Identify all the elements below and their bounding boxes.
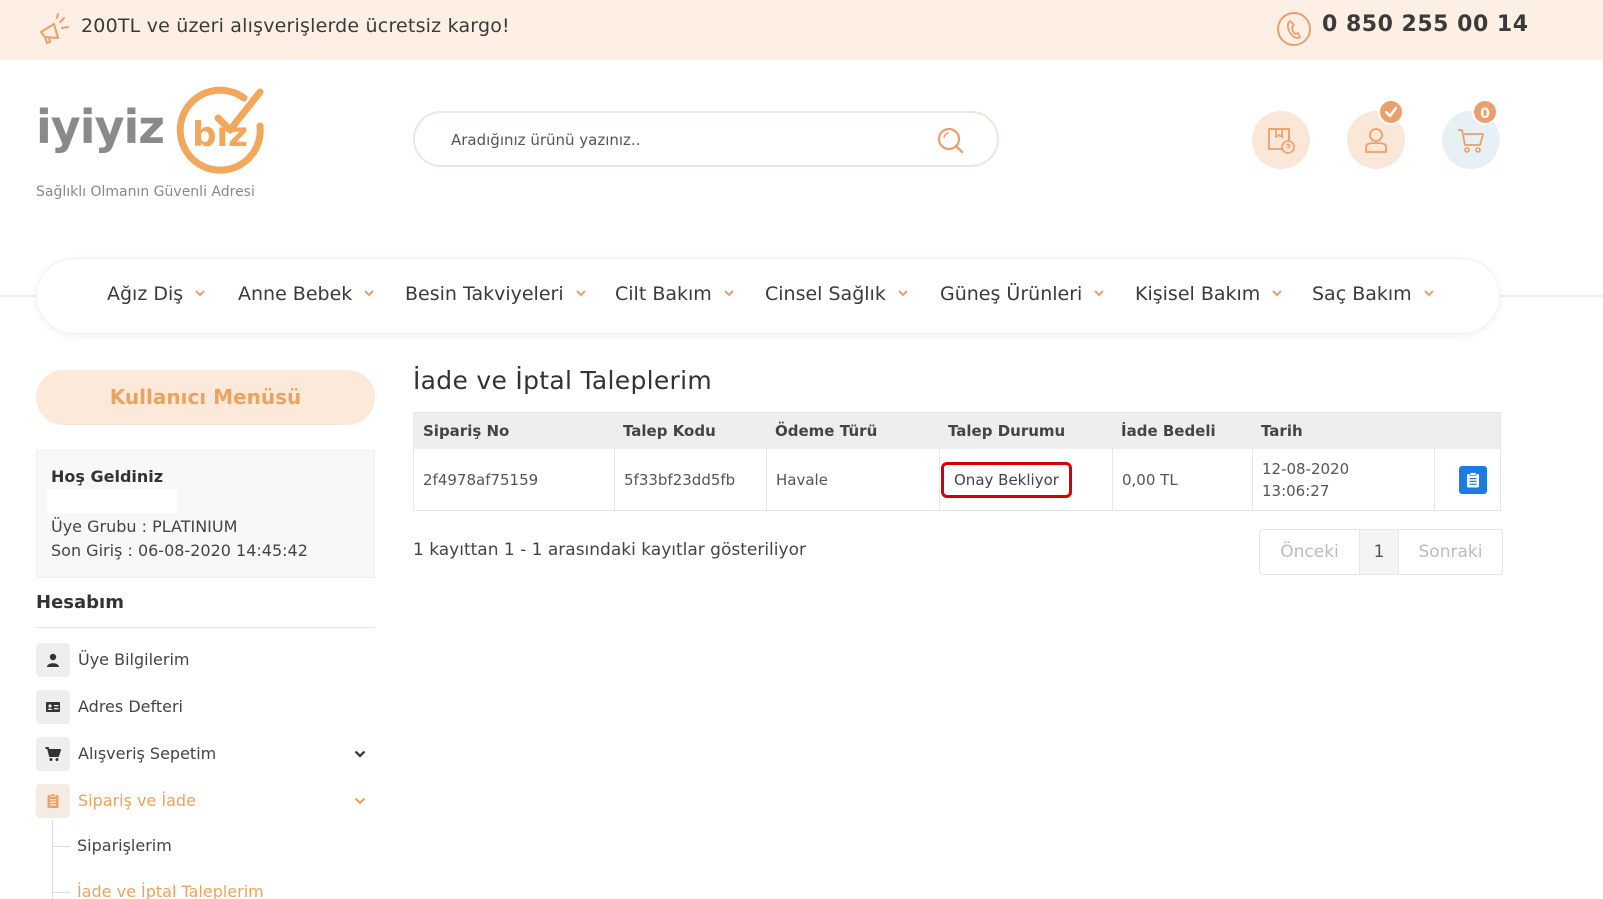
column-header[interactable]: İade Bedeli	[1112, 413, 1252, 449]
chevron-down-icon	[724, 290, 734, 297]
chevron-down-icon	[575, 290, 586, 297]
table-row: 2f4978af75159 5f33bf23dd5fb Havale Onay …	[414, 449, 1500, 510]
nav-item-gunes-urunleri[interactable]: Güneş Ürünleri	[940, 283, 1105, 305]
sidebar-item-address-book[interactable]: Adres Defteri	[36, 689, 375, 725]
cart-icon	[36, 737, 70, 771]
nav-item-anne-bebek[interactable]: Anne Bebek	[238, 283, 375, 305]
chevron-down-icon	[195, 290, 205, 297]
column-header[interactable]: Talep Kodu	[614, 413, 766, 449]
clipboard-icon	[36, 784, 70, 818]
site-logo[interactable]: iyiyiz biz Sağlıklı Olmanın Güvenli Adre…	[36, 78, 276, 208]
phone-icon[interactable]	[1276, 11, 1312, 47]
cell-action	[1434, 449, 1501, 510]
search-icon[interactable]	[935, 125, 965, 155]
view-detail-button[interactable]	[1459, 465, 1487, 494]
welcome-title: Hoş Geldiniz	[51, 467, 164, 486]
welcome-box: Hoş Geldiniz Üye Grubu : PLATINIUM Son G…	[36, 450, 375, 578]
status-badge: Onay Bekliyor	[941, 461, 1072, 498]
requests-table: Sipariş No Talep Kodu Ödeme Türü Talep D…	[413, 412, 1501, 511]
sidebar-item-label: Sipariş ve İade	[78, 791, 196, 810]
column-header[interactable]: Sipariş No	[414, 413, 614, 449]
chevron-down-icon[interactable]	[354, 749, 366, 759]
search-input[interactable]	[451, 127, 921, 153]
records-info: 1 kayıttan 1 - 1 arasındaki kayıtlar gös…	[413, 540, 806, 560]
chevron-down-icon	[1423, 290, 1434, 297]
date-text: 12-08-2020	[1262, 459, 1350, 478]
cell-date: 12-08-2020 13:06:27	[1252, 449, 1434, 510]
category-nav: Ağız Diş Anne Bebek Besin Takviyeleri Ci…	[36, 258, 1500, 334]
account-section-title: Hesabım	[36, 592, 124, 613]
sidebar-item-member-info[interactable]: Üye Bilgilerim	[36, 642, 375, 678]
sidebar-item-order-return[interactable]: Sipariş ve İade	[36, 783, 375, 819]
nav-item-sac-bakim[interactable]: Saç Bakım	[1312, 283, 1434, 305]
prev-page-button[interactable]: Önceki	[1260, 530, 1359, 574]
table-header: Sipariş No Talep Kodu Ödeme Türü Talep D…	[414, 413, 1500, 449]
last-login: Son Giriş : 06-08-2020 14:45:42	[51, 541, 308, 560]
user-name-redacted	[47, 489, 177, 513]
promo-text: 200TL ve üzeri alışverişlerde ücretsiz k…	[81, 15, 510, 37]
top-bar: 200TL ve üzeri alışverişlerde ücretsiz k…	[0, 0, 1603, 60]
chevron-down-icon	[1094, 290, 1105, 297]
column-header[interactable]: Tarih	[1252, 413, 1434, 449]
nav-item-cinsel-saglik[interactable]: Cinsel Sağlık	[765, 283, 908, 305]
address-card-icon	[36, 690, 70, 724]
logo-word: iyiyiz	[36, 100, 165, 154]
nav-item-agiz-dis[interactable]: Ağız Diş	[107, 283, 205, 305]
phone-number[interactable]: 0 850 255 00 14	[1322, 12, 1529, 37]
account-divider	[36, 627, 375, 628]
chevron-down-icon	[898, 290, 908, 297]
sidebar-item-label: Üye Bilgilerim	[78, 650, 190, 669]
logo-circle-word: biz	[192, 115, 248, 155]
search-bar	[413, 111, 999, 167]
submenu-connector	[52, 892, 70, 893]
sidebar-item-label: Alışveriş Sepetim	[78, 744, 217, 763]
cell-order-no: 2f4978af75159	[423, 470, 539, 489]
page-title: İade ve İptal Taleplerim	[413, 366, 713, 395]
package-question-icon	[1268, 128, 1295, 154]
logo-tagline: Sağlıklı Olmanın Güvenli Adresi	[36, 184, 255, 200]
cell-refund-amount: 0,00 TL	[1112, 449, 1252, 510]
user-menu-title: Kullanıcı Menüsü	[36, 370, 375, 425]
chevron-down-icon	[364, 290, 375, 297]
submenu-connector	[52, 846, 70, 847]
cart-icon	[1458, 129, 1484, 153]
nav-item-cilt-bakim[interactable]: Cilt Bakım	[615, 283, 734, 305]
next-page-button[interactable]: Sonraki	[1398, 530, 1502, 574]
time-text: 13:06:27	[1262, 481, 1330, 500]
order-tracking-button[interactable]	[1252, 111, 1310, 169]
nav-item-kisisel-bakim[interactable]: Kişisel Bakım	[1135, 283, 1283, 305]
cart-count-badge: 0	[1472, 99, 1498, 125]
cell-payment-type: Havale	[766, 449, 939, 510]
page-number-button[interactable]: 1	[1359, 530, 1398, 574]
user-icon	[1365, 128, 1387, 153]
pagination: Önceki 1 Sonraki	[1259, 529, 1503, 575]
submenu-item-return-requests[interactable]: İade ve İptal Taleplerim	[77, 882, 264, 899]
column-header[interactable]: Ödeme Türü	[766, 413, 939, 449]
megaphone-icon	[40, 13, 69, 45]
chevron-down-icon	[1272, 290, 1283, 297]
cell-request-status: Onay Bekliyor	[939, 449, 1112, 510]
member-group: Üye Grubu : PLATINIUM	[51, 517, 238, 536]
submenu-item-orders[interactable]: Siparişlerim	[77, 836, 172, 855]
nav-item-besin-takviyeleri[interactable]: Besin Takviyeleri	[405, 283, 586, 305]
logo-circle-icon: biz	[176, 86, 264, 174]
cell-request-code: 5f33bf23dd5fb	[614, 449, 766, 510]
sidebar-item-shopping-cart[interactable]: Alışveriş Sepetim	[36, 736, 375, 772]
logged-in-check-icon	[1378, 99, 1404, 125]
chevron-down-icon[interactable]	[354, 796, 366, 806]
clipboard-icon	[1467, 471, 1479, 487]
user-icon	[36, 643, 70, 677]
column-header[interactable]: Talep Durumu	[939, 413, 1112, 449]
submenu-tree-line	[52, 820, 53, 899]
sidebar-item-label: Adres Defteri	[78, 697, 183, 716]
